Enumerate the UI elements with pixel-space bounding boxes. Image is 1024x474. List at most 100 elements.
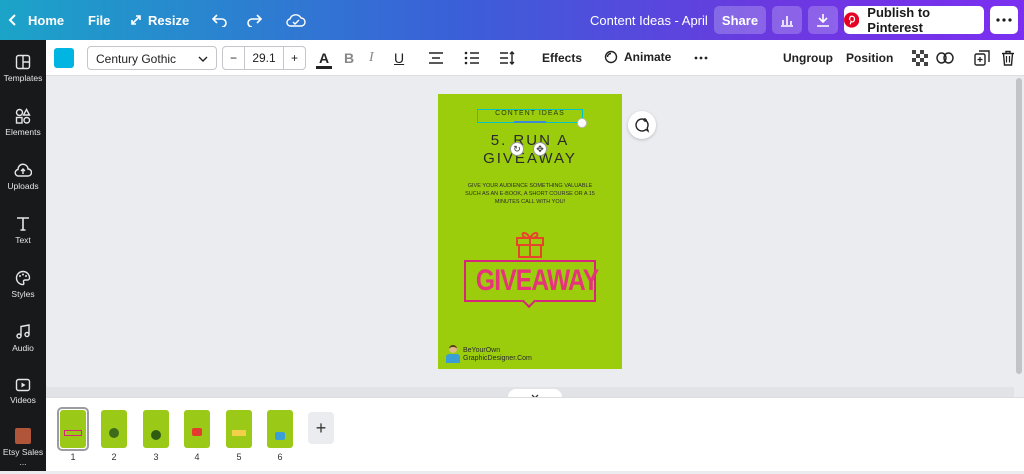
text-color-swatch[interactable] <box>54 48 74 68</box>
thumb-graphic <box>232 430 246 436</box>
sidebar-item-label: Templates <box>3 73 43 83</box>
page-thumbnail[interactable] <box>101 410 127 448</box>
page-number: 2 <box>111 452 117 462</box>
align-center-icon[interactable] <box>428 51 444 65</box>
document-title[interactable]: Content Ideas - April <box>590 0 708 40</box>
avatar-head <box>449 345 457 353</box>
music-note-icon <box>16 324 30 339</box>
redo-button[interactable] <box>246 0 262 40</box>
add-comment-button[interactable] <box>628 111 656 139</box>
gift-icon[interactable] <box>514 227 546 259</box>
more-horizontal-icon[interactable] <box>694 56 708 60</box>
chevron-down-icon <box>198 56 208 62</box>
elements-icon <box>15 108 31 124</box>
save-status[interactable] <box>286 0 306 40</box>
scroll-thumb[interactable] <box>1016 78 1022 374</box>
effects-button[interactable]: Effects <box>542 51 582 65</box>
uploads-icon <box>14 163 32 177</box>
page-thumbnail[interactable] <box>184 410 210 448</box>
text-color-button[interactable]: A <box>316 50 332 69</box>
rotate-icon: ↻ <box>513 144 521 154</box>
folder-thumbnail <box>15 428 31 444</box>
file-menu[interactable]: File <box>88 0 110 40</box>
rotate-handle[interactable]: ↻ <box>510 142 524 156</box>
sidebar-item-text[interactable]: Text <box>0 210 46 260</box>
move-icon: ✥ <box>536 144 544 154</box>
heading-line-2[interactable]: GIVEAWAY <box>438 150 622 167</box>
resize-button[interactable]: Resize <box>130 0 189 40</box>
home-button[interactable]: Home <box>8 0 64 40</box>
page-thumbnail[interactable] <box>143 410 169 448</box>
templates-icon <box>15 54 31 70</box>
undo-button[interactable] <box>212 0 228 40</box>
more-options-button[interactable] <box>990 6 1018 34</box>
sidebar-item-etsy-sales[interactable]: Etsy Sales ... <box>0 424 46 474</box>
content-ideas-tag[interactable]: CONTENT IDEAS <box>477 110 583 117</box>
sidebar-item-label: Videos <box>10 395 36 405</box>
giveaway-badge-text[interactable]: GIVEAWAY <box>476 264 599 298</box>
sidebar-item-templates[interactable]: Templates <box>0 48 46 98</box>
italic-button[interactable]: I <box>369 50 374 66</box>
heading-line-1[interactable]: 5. RUN A <box>438 132 622 149</box>
list-icon[interactable] <box>464 51 480 65</box>
body-text[interactable]: GIVE YOUR AUDIENCE SOMETHING VALUABLE SU… <box>460 182 600 206</box>
cloud-check-icon <box>286 14 306 27</box>
animate-label: Animate <box>624 50 672 64</box>
vertical-scrollbar[interactable] <box>1014 76 1024 387</box>
thumb-graphic <box>109 428 119 438</box>
palette-icon <box>15 270 31 286</box>
page-thumbnail[interactable] <box>60 410 86 448</box>
undo-icon <box>212 14 227 27</box>
resize-label: Resize <box>148 12 190 28</box>
sidebar-item-styles[interactable]: Styles <box>0 264 46 314</box>
side-panel: Templates Elements Uploads Text Styles A… <box>0 40 46 471</box>
trash-icon[interactable] <box>1001 50 1015 66</box>
pinterest-icon <box>844 12 860 28</box>
sidebar-item-label: Elements <box>5 127 41 137</box>
publish-pinterest-button[interactable]: Publish to Pinterest <box>844 5 984 35</box>
insights-button[interactable] <box>772 6 802 34</box>
sidebar-item-label: Etsy Sales ... <box>2 447 44 467</box>
text-icon <box>17 217 29 231</box>
decrease-size-button[interactable]: − <box>223 47 245 69</box>
brand-line-1: BeYourOwn <box>463 347 501 354</box>
font-family-select[interactable]: Century Gothic <box>87 46 217 70</box>
page-number: 5 <box>236 452 242 462</box>
resize-handle[interactable] <box>577 118 587 128</box>
text-color-bar <box>316 66 332 69</box>
sidebar-item-label: Uploads <box>7 181 39 191</box>
copy-icon[interactable] <box>974 50 990 66</box>
brand-logo <box>446 345 460 363</box>
link-icon[interactable] <box>936 52 954 64</box>
share-button[interactable]: Share <box>714 6 766 34</box>
page-thumbnail[interactable] <box>226 410 252 448</box>
ungroup-button[interactable]: Ungroup <box>783 51 833 65</box>
sidebar-item-label: Styles <box>11 289 35 299</box>
animate-button[interactable]: Animate <box>604 50 671 64</box>
sidebar-item-audio[interactable]: Audio <box>0 318 46 368</box>
sidebar-item-elements[interactable]: Elements <box>0 102 46 152</box>
download-icon <box>817 14 829 27</box>
animate-icon <box>604 50 618 64</box>
font-size-value[interactable]: 29.1 <box>245 51 283 65</box>
more-horizontal-icon <box>996 18 1012 22</box>
chevron-left-icon <box>8 14 16 26</box>
sidebar-item-uploads[interactable]: Uploads <box>0 156 46 206</box>
bar-chart-icon <box>781 16 793 27</box>
move-handle[interactable]: ✥ <box>533 142 547 156</box>
design-page[interactable]: CONTENT IDEAS 5. RUN A GIVEAWAY ↻ ✥ GIVE… <box>438 94 622 369</box>
position-button[interactable]: Position <box>846 51 893 65</box>
bold-button[interactable]: B <box>344 50 354 66</box>
add-page-button[interactable]: + <box>308 412 334 444</box>
increase-size-button[interactable]: + <box>283 47 305 69</box>
spacing-icon[interactable] <box>499 51 515 65</box>
transparency-icon[interactable] <box>912 50 928 66</box>
page-thumbnail[interactable] <box>267 410 293 448</box>
underline-button[interactable]: U <box>394 50 404 66</box>
sidebar-item-label: Text <box>15 235 31 245</box>
font-size-stepper[interactable]: − 29.1 + <box>222 46 306 70</box>
sidebar-item-videos[interactable]: Videos <box>0 372 46 422</box>
page-number: 4 <box>194 452 200 462</box>
download-button[interactable] <box>808 6 838 34</box>
page-number: 3 <box>153 452 159 462</box>
